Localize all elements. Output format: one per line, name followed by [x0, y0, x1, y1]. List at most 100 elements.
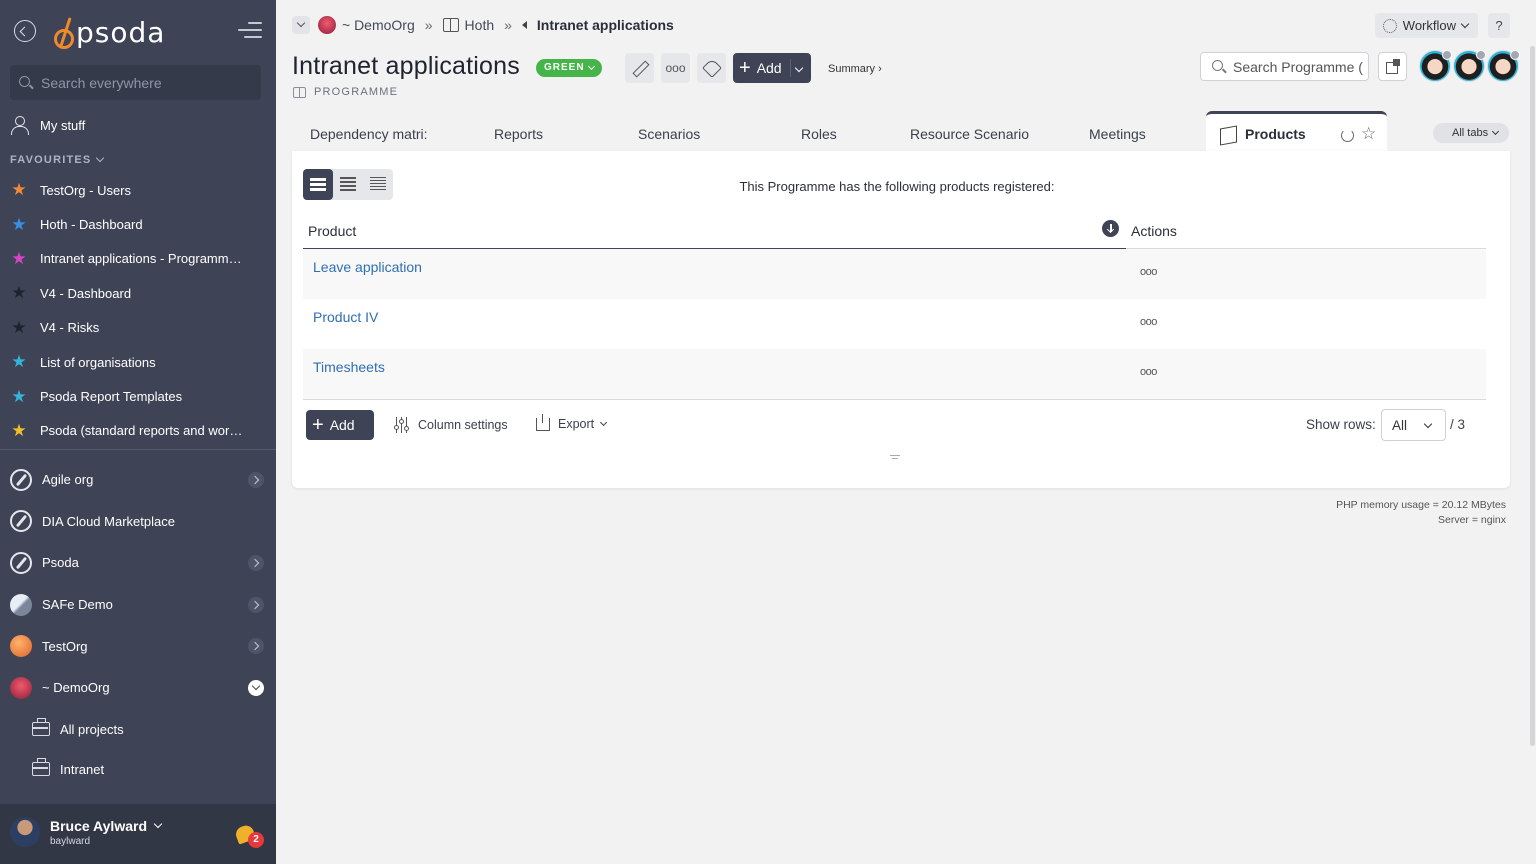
star-outline-icon[interactable]: ☆ — [1361, 124, 1376, 144]
user-panel[interactable]: Bruce Aylward baylward — [0, 804, 276, 864]
org-item-psoda[interactable]: Psoda — [10, 542, 268, 584]
add-product-button[interactable]: + Add — [306, 410, 374, 440]
sidebar-divider — [0, 449, 276, 450]
programme-search-input[interactable] — [1233, 58, 1363, 76]
breadcrumb-parent[interactable]: Hoth — [465, 17, 495, 33]
programme-search — [1200, 52, 1369, 81]
scrollbar-thumb[interactable] — [1530, 46, 1535, 746]
favourites-heading[interactable]: FAVOURITES — [10, 153, 105, 166]
share-icon[interactable] — [1378, 52, 1407, 81]
product-link[interactable]: Product IV — [313, 309, 378, 325]
favourite-item[interactable]: ★ V4 - Risks — [10, 311, 266, 345]
compass-icon — [10, 468, 32, 491]
refresh-icon[interactable] — [1341, 129, 1354, 142]
breadcrumb-current: Intranet applications — [536, 17, 674, 33]
more-options-button[interactable]: ooo — [661, 53, 690, 83]
favourite-item[interactable]: ★ Psoda (standard reports and work... — [10, 414, 266, 448]
memory-usage: PHP memory usage = 20.12 MBytes — [1336, 499, 1506, 511]
favourite-label: V4 - Risks — [40, 320, 100, 336]
org-item-testorg[interactable]: TestOrg — [10, 625, 268, 667]
help-button[interactable]: ? — [1488, 13, 1510, 38]
status-label: GREEN — [544, 62, 585, 73]
workflow-label: Workflow — [1402, 18, 1456, 33]
tag-icon[interactable] — [697, 53, 726, 83]
edit-pencil-icon[interactable] — [625, 53, 654, 83]
notification-count-badge[interactable]: 2 — [248, 832, 264, 848]
favourite-item[interactable]: ★ Hoth - Dashboard — [10, 207, 266, 241]
sidebar-header: psoda — [0, 0, 276, 62]
resize-handle-icon[interactable] — [890, 455, 900, 461]
chevron-right-icon[interactable] — [248, 596, 264, 613]
main-content: ~ DemoOrg » Hoth » Intranet applications… — [276, 0, 1536, 864]
tab-dependency-matrix[interactable]: Dependency matri: — [310, 126, 434, 142]
chevron-right-icon[interactable] — [248, 638, 264, 655]
chevron-down-icon[interactable] — [794, 63, 804, 73]
sidebar: psoda My stuff FAVOURITES ★ TestOrg - Use… — [0, 0, 276, 864]
collapse-menu-icon[interactable] — [238, 22, 262, 40]
sub-item-label: Intranet — [60, 761, 105, 777]
chevron-right-icon[interactable] — [248, 555, 264, 572]
org-item-agile-org[interactable]: Agile org — [10, 459, 268, 501]
add-button[interactable]: + Add — [733, 53, 811, 83]
product-link[interactable]: Leave application — [313, 259, 422, 275]
global-search-input[interactable] — [41, 73, 251, 93]
star-icon: ★ — [11, 248, 27, 268]
product-link[interactable]: Timesheets — [313, 359, 385, 375]
favourites-list: ★ TestOrg - Users ★ Hoth - Dashboard ★ Intr… — [10, 173, 266, 448]
org-label: TestOrg — [42, 638, 88, 654]
org-item-dia-cloud[interactable]: DIA Cloud Marketplace — [10, 501, 268, 543]
sort-descending-icon[interactable] — [1102, 220, 1119, 237]
star-icon: ★ — [11, 180, 27, 200]
org-item-safe-demo[interactable]: SAFe Demo — [10, 584, 268, 626]
add-divider — [790, 59, 791, 77]
entity-type-text: PROGRAMME — [314, 86, 399, 98]
breadcrumb-org[interactable]: ~ DemoOrg — [342, 17, 415, 33]
rows-total: / 3 — [1450, 417, 1466, 432]
tab-resource-scenarios[interactable]: Resource Scenario: — [910, 126, 1030, 142]
org-item-demoorg[interactable]: ~ DemoOrg — [10, 667, 268, 709]
sub-item-all-projects[interactable]: All projects — [32, 709, 262, 749]
scrollbar[interactable] — [1528, 0, 1536, 864]
column-settings-button[interactable]: Column settings — [394, 417, 508, 433]
chevron-down-icon[interactable] — [248, 679, 264, 696]
row-actions-button[interactable]: ooo — [1140, 266, 1157, 278]
favourite-item[interactable]: ★ List of organisations — [10, 345, 266, 379]
column-header-product[interactable]: Product — [308, 223, 356, 239]
star-icon: ★ — [11, 317, 27, 337]
favourite-item[interactable]: ★ Psoda Report Templates — [10, 379, 266, 413]
my-stuff-link[interactable]: My stuff — [10, 114, 85, 136]
user-name[interactable]: Bruce Aylward — [50, 818, 163, 834]
breadcrumb-dropdown[interactable] — [292, 16, 310, 34]
server-info: PHP memory usage = 20.12 MBytes Server =… — [1336, 498, 1506, 528]
psoda-logo[interactable]: psoda — [52, 15, 165, 49]
user-login: baylward — [50, 836, 91, 847]
caret-left-icon[interactable] — [521, 21, 527, 29]
tab-scenarios[interactable]: Scenarios — [638, 126, 700, 142]
panel-message: This Programme has the following product… — [739, 179, 1055, 194]
star-icon: ★ — [11, 352, 27, 372]
psoda-logo-mark-icon — [52, 15, 74, 49]
status-badge[interactable]: GREEN — [536, 59, 602, 77]
tab-products[interactable]: Products ☆ — [1206, 111, 1387, 152]
favourite-item[interactable]: ★ TestOrg - Users — [10, 173, 266, 207]
summary-link[interactable]: Summary › — [828, 63, 882, 75]
tab-roles[interactable]: Roles — [801, 126, 837, 142]
tab-meetings[interactable]: Meetings — [1089, 126, 1146, 142]
sub-item-intranet[interactable]: Intranet — [32, 749, 262, 789]
row-actions-button[interactable]: ooo — [1140, 366, 1157, 378]
chevron-right-icon[interactable] — [248, 472, 264, 488]
avatar[interactable] — [1453, 50, 1486, 82]
show-rows-select[interactable]: All — [1381, 409, 1446, 441]
row-actions-button[interactable]: ooo — [1140, 316, 1157, 328]
avatar — [10, 817, 40, 847]
tab-reports[interactable]: Reports — [494, 126, 543, 142]
workflow-button[interactable]: Workflow — [1374, 13, 1478, 38]
back-circle-icon[interactable] — [14, 20, 36, 42]
avatar[interactable] — [1419, 50, 1452, 82]
avatar[interactable] — [1487, 50, 1520, 82]
favourite-item[interactable]: ★ V4 - Dashboard — [10, 276, 266, 310]
favourite-item[interactable]: ★ Intranet applications - Programme... — [10, 242, 266, 276]
sliders-icon — [394, 417, 410, 433]
all-tabs-button[interactable]: All tabs — [1433, 123, 1510, 143]
export-button[interactable]: Export — [536, 413, 608, 431]
